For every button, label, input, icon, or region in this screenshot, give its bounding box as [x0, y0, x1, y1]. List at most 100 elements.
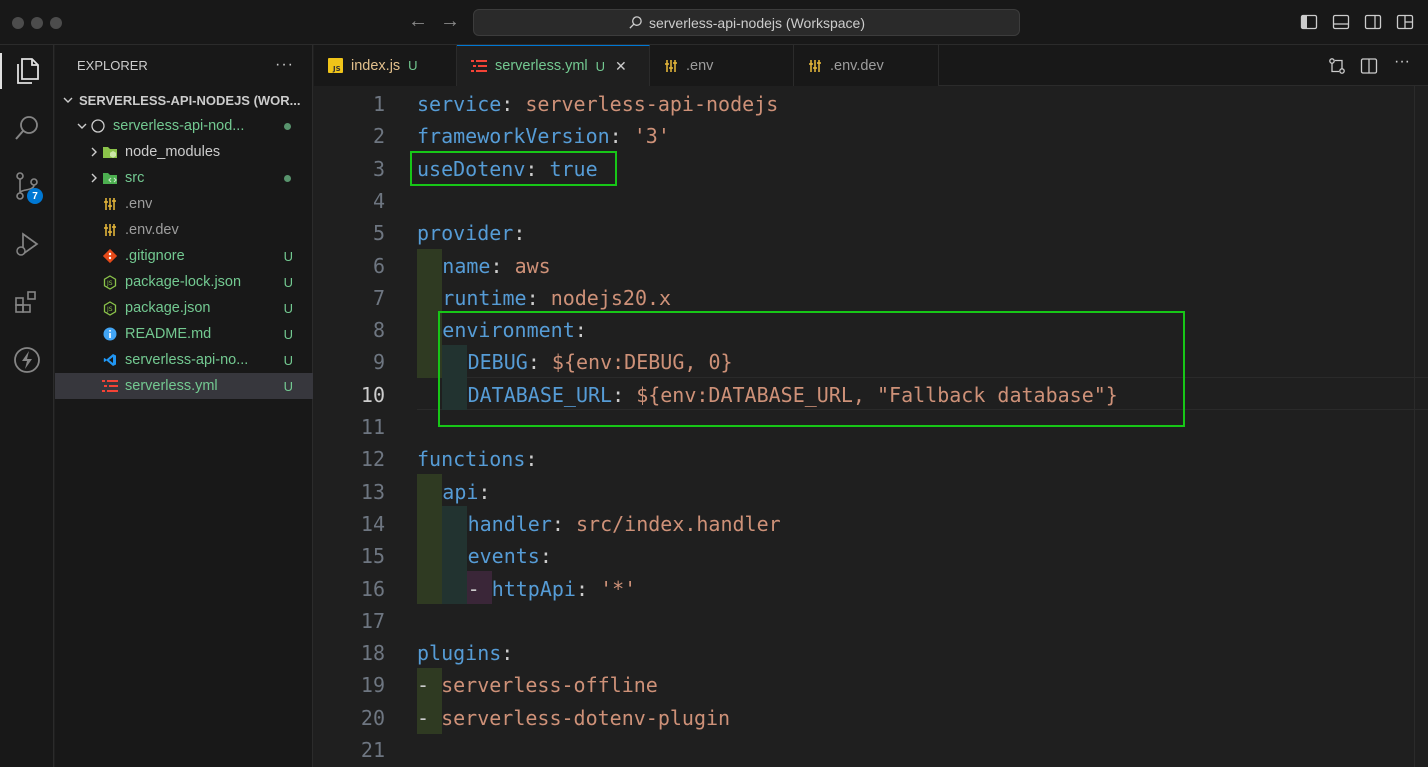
tree-item-package-json[interactable]: JS package.json U: [55, 295, 313, 321]
chevron-right-icon: [87, 147, 101, 157]
tree-item-label: serverless-api-nod...: [113, 118, 245, 134]
tree-item-label: .env: [125, 196, 153, 212]
code-line[interactable]: 21: [314, 734, 1428, 766]
tree-item-node-modules[interactable]: node_modules: [55, 139, 313, 165]
line-code: runtime: nodejs20.x: [442, 285, 672, 310]
modified-dot: [284, 174, 291, 182]
activity-bar: 7: [0, 45, 54, 767]
code-line[interactable]: 6 name: aws: [314, 250, 1428, 282]
lightning-icon[interactable]: [0, 336, 54, 384]
folder-outline-icon: [89, 118, 107, 134]
code-line[interactable]: 12 functions:: [314, 443, 1428, 475]
window-title: serverless-api-nodejs (Workspace): [648, 14, 866, 31]
explorer-icon[interactable]: [0, 47, 54, 95]
line-number: 17: [360, 608, 385, 633]
yaml-value: '*': [600, 576, 637, 601]
yaml-icon: [101, 378, 119, 394]
sidebar-title: EXPLORER: [77, 57, 148, 73]
yaml-value: serverless-dotenv-plugin: [441, 705, 731, 730]
yaml-key: provider: [417, 221, 514, 246]
code-line[interactable]: 15 events:: [314, 540, 1428, 572]
tab-env-dev[interactable]: .env.dev: [794, 45, 939, 86]
line-number: 21: [360, 738, 385, 762]
editor-scrollbar[interactable]: [1414, 86, 1428, 767]
forward-arrow-icon[interactable]: →: [440, 10, 460, 33]
yaml-value: nodejs20.x: [550, 285, 672, 310]
back-arrow-icon[interactable]: ←: [408, 10, 428, 33]
extensions-icon[interactable]: [0, 278, 54, 326]
line-number: 3: [372, 156, 385, 181]
yaml-key: httpApi: [491, 576, 576, 601]
list-dash: -: [467, 576, 480, 601]
line-number: 8: [372, 318, 385, 343]
code-line[interactable]: 7 runtime: nodejs20.x: [314, 282, 1428, 314]
line-code: - serverless-offline: [417, 669, 658, 701]
command-center-search[interactable]: serverless-api-nodejs (Workspace): [473, 9, 1020, 36]
code-line[interactable]: 5 provider:: [314, 217, 1428, 249]
run-debug-icon[interactable]: [0, 220, 54, 268]
tree-item-workspace-file[interactable]: serverless-api-no... U: [55, 347, 313, 373]
tree-item-label: .env.dev: [125, 222, 179, 238]
tree-item-gitignore[interactable]: .gitignore U: [55, 243, 313, 269]
folder-src-icon: [101, 170, 119, 186]
toggle-primary-sidebar-icon[interactable]: [1300, 13, 1318, 31]
tree-item-env[interactable]: .env: [55, 191, 313, 217]
tree-item-env-dev[interactable]: .env.dev: [55, 217, 313, 243]
env-file-icon: [101, 196, 119, 212]
toggle-secondary-sidebar-icon[interactable]: [1364, 13, 1382, 31]
chevron-right-icon: [87, 173, 101, 183]
open-changes-icon[interactable]: [1328, 57, 1346, 75]
more-actions-icon[interactable]: ···: [1394, 53, 1410, 71]
code-line[interactable]: 20 - serverless-dotenv-plugin: [314, 702, 1428, 734]
tree-item-package-lock[interactable]: JS package-lock.json U: [55, 269, 313, 295]
code-line[interactable]: 16 - httpApi: '*': [314, 573, 1428, 605]
tree-item-readme[interactable]: README.md U: [55, 321, 313, 347]
line-number: 1: [372, 92, 385, 116]
tab-status: U: [595, 58, 606, 74]
tree-item-serverless-yml[interactable]: serverless.yml U: [55, 373, 313, 399]
more-actions-icon[interactable]: ···: [275, 56, 294, 74]
tab-serverless-yml[interactable]: serverless.yml U ✕: [457, 45, 650, 86]
close-icon[interactable]: ✕: [615, 58, 627, 75]
close-window-button[interactable]: [12, 17, 24, 29]
list-dash: -: [417, 705, 430, 730]
tab-env[interactable]: .env: [650, 45, 794, 86]
tree-item-project-folder[interactable]: serverless-api-nod...: [55, 113, 313, 139]
toggle-panel-icon[interactable]: [1332, 13, 1350, 31]
line-number: 2: [372, 124, 385, 149]
line-code: name: aws: [442, 253, 551, 278]
line-code: - httpApi: '*': [467, 576, 637, 601]
line-code: plugins:: [417, 641, 514, 666]
split-editor-icon[interactable]: [1360, 57, 1378, 75]
customize-layout-icon[interactable]: [1396, 13, 1414, 31]
source-control-icon[interactable]: 7: [0, 162, 54, 210]
env-file-icon: [664, 59, 678, 73]
code-line[interactable]: 18 plugins:: [314, 637, 1428, 669]
code-line[interactable]: 17: [314, 605, 1428, 637]
code-line[interactable]: 1 service: serverless-api-nodejs: [314, 88, 1428, 120]
zoom-window-button[interactable]: [50, 17, 62, 29]
yaml-value: '3': [633, 124, 670, 149]
line-number: 16: [360, 576, 385, 601]
untracked-status: U: [283, 326, 293, 342]
search-icon[interactable]: [0, 104, 54, 152]
code-line[interactable]: 14 handler: src/index.handler: [314, 508, 1428, 540]
line-code: frameworkVersion: '3': [417, 124, 670, 149]
line-number: 15: [360, 544, 385, 569]
minimize-window-button[interactable]: [31, 17, 43, 29]
workspace-root[interactable]: SERVERLESS-API-NODEJS (WOR...: [55, 87, 313, 113]
tab-index-js[interactable]: JS index.js U: [314, 45, 457, 86]
line-code: service: serverless-api-nodejs: [417, 92, 779, 116]
line-code: - serverless-dotenv-plugin: [417, 702, 730, 734]
vscode-icon: [101, 352, 119, 368]
js-icon: JS: [328, 58, 343, 73]
code-line[interactable]: 4: [314, 185, 1428, 217]
code-editor[interactable]: 1 service: serverless-api-nodejs 2 framewor…: [314, 86, 1428, 767]
editor-tab-bar: JS index.js U serverless.yml U ✕ .env .e…: [314, 45, 1428, 86]
info-icon: [101, 326, 119, 342]
code-line[interactable]: 13 api:: [314, 476, 1428, 508]
code-line[interactable]: 19 - serverless-offline: [314, 669, 1428, 701]
code-line[interactable]: 2 frameworkVersion: '3': [314, 120, 1428, 152]
line-number: 19: [360, 673, 385, 698]
tree-item-src[interactable]: src: [55, 165, 313, 191]
